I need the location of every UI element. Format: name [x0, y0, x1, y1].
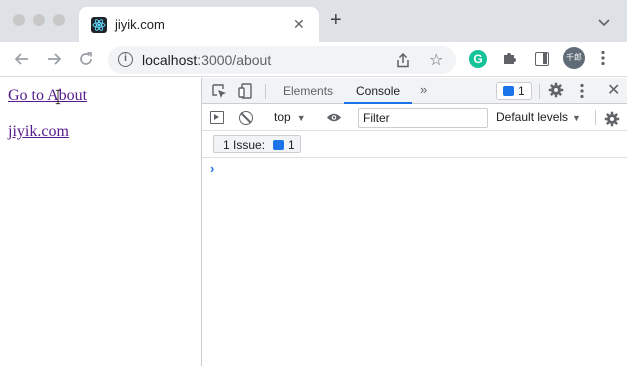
active-tab-indicator	[344, 102, 412, 104]
chevron-down-icon: ▼	[572, 113, 581, 123]
grammarly-extension-icon[interactable]: G	[469, 50, 487, 68]
context-value: top	[274, 110, 291, 124]
device-toolbar-icon[interactable]	[238, 83, 252, 102]
tab-console[interactable]: Console	[356, 84, 400, 98]
back-arrow-icon[interactable]	[13, 50, 31, 71]
issues-button[interactable]: 1 Issue: 1	[213, 135, 301, 153]
issues-counter-badge[interactable]: 1	[496, 82, 532, 100]
console-toolbar: top▼ Default levels▼	[202, 105, 627, 131]
toolbar-divider	[265, 84, 266, 99]
share-icon[interactable]	[396, 52, 410, 71]
browser-tab[interactable]: jiyik.com ✕	[79, 7, 319, 42]
filter-input[interactable]	[363, 109, 483, 126]
page-viewport: Go to About jiyik.com	[0, 78, 201, 366]
kebab-menu-icon[interactable]	[601, 50, 605, 69]
settings-gear-icon[interactable]	[548, 82, 564, 101]
devtools-panel: Elements Console » 1 ✕ top ▼ Default leve…	[201, 78, 627, 366]
inspect-element-icon[interactable]	[212, 84, 227, 102]
issues-counter-value: 1	[518, 84, 525, 98]
issue-message-icon	[273, 140, 284, 150]
react-favicon-icon	[91, 17, 107, 33]
reload-icon[interactable]	[77, 50, 95, 71]
eye-icon[interactable]	[326, 112, 342, 126]
avatar[interactable]: 千郎	[563, 47, 585, 69]
window-minimize-dot[interactable]	[33, 14, 45, 26]
star-icon[interactable]: ☆	[429, 50, 443, 70]
log-levels-dropdown[interactable]: Default levels ▼	[496, 110, 581, 124]
side-panel-icon[interactable]	[535, 52, 549, 66]
jiyik-link[interactable]: jiyik.com	[8, 123, 69, 141]
console-prompt-icon[interactable]: ›	[210, 161, 214, 176]
text-cursor-icon	[55, 89, 61, 105]
issues-count: 1	[288, 138, 295, 152]
console-settings-gear-icon[interactable]	[604, 111, 620, 130]
tab-search-chevron-icon[interactable]	[598, 16, 610, 30]
window-zoom-dot[interactable]	[53, 14, 65, 26]
tab-strip: jiyik.com ✕ +	[0, 0, 627, 42]
close-devtools-icon[interactable]: ✕	[607, 80, 620, 100]
tab-title: jiyik.com	[115, 17, 165, 32]
devtools-kebab-menu-icon[interactable]	[580, 83, 584, 102]
more-tabs-button[interactable]: »	[420, 82, 427, 97]
browser-toolbar: i localhost:3000/about ☆ G 千郎	[0, 42, 627, 77]
window-close-dot[interactable]	[13, 14, 25, 26]
toolbar-divider	[595, 110, 596, 125]
puzzle-icon[interactable]	[501, 50, 517, 69]
sidebar-toggle-icon[interactable]	[210, 111, 224, 124]
address-bar[interactable]: i localhost:3000/about ☆	[108, 46, 456, 74]
issues-bar: 1 Issue: 1	[202, 132, 627, 158]
clear-console-icon[interactable]	[239, 111, 253, 125]
toolbar-divider	[539, 84, 540, 99]
console-output[interactable]: ›	[202, 159, 627, 366]
url-text[interactable]: localhost:3000/about	[142, 52, 271, 68]
tab-close-icon[interactable]: ✕	[293, 16, 305, 33]
tab-elements[interactable]: Elements	[283, 84, 333, 98]
new-tab-button[interactable]: +	[330, 10, 342, 30]
chevron-down-icon: ▼	[296, 113, 306, 123]
context-selector[interactable]: top ▼	[274, 110, 306, 124]
forward-arrow-icon[interactable]	[45, 50, 63, 71]
go-to-about-link[interactable]: Go to About	[8, 87, 87, 105]
log-levels-value: Default levels	[496, 110, 569, 124]
url-path: :3000/about	[197, 52, 272, 68]
issues-label: 1 Issue:	[223, 138, 266, 152]
info-icon[interactable]: i	[118, 52, 133, 67]
issue-message-icon	[503, 86, 514, 96]
devtools-tab-bar: Elements Console » 1 ✕	[202, 78, 627, 104]
console-filter-field[interactable]	[358, 108, 488, 128]
url-host: localhost	[142, 52, 198, 68]
